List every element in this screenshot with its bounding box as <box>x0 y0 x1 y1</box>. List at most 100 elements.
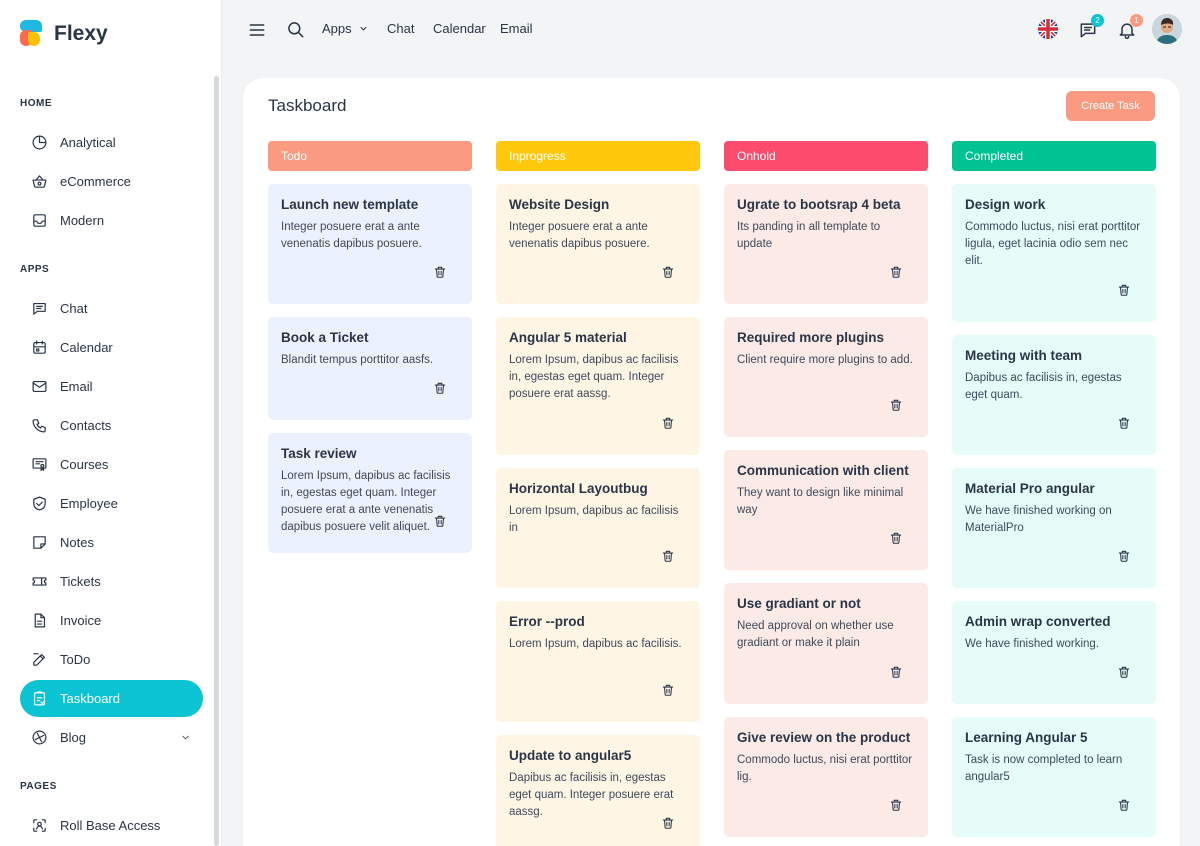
sidebar-item-label: Employee <box>60 496 118 511</box>
sidebar-item-blog[interactable]: Blog <box>20 719 203 756</box>
task-card[interactable]: Communication with client They want to de… <box>724 450 928 570</box>
task-card[interactable]: Learning Angular 5 Task is now completed … <box>952 717 1156 837</box>
topbar-link-apps[interactable]: Apps <box>322 21 369 36</box>
task-card[interactable]: Design work Commodo luctus, nisi erat por… <box>952 184 1156 322</box>
task-card[interactable]: Give review on the product Commodo luctus… <box>724 717 928 837</box>
sidebar-item-todo[interactable]: ToDo <box>20 641 203 678</box>
sidebar-item-label: Calendar <box>60 340 113 355</box>
task-title: Error --prod <box>509 614 585 629</box>
sidebar-item-ecommerce[interactable]: eCommerce <box>20 163 203 200</box>
sidebar-item-notes[interactable]: Notes <box>20 524 203 561</box>
task-card[interactable]: Ugrate to bootsrap 4 beta Its panding in … <box>724 184 928 304</box>
delete-task-trash-icon[interactable] <box>433 514 447 528</box>
notifications-button[interactable]: 1 <box>1117 14 1143 40</box>
task-card[interactable]: Website Design Integer posuere erat a ant… <box>496 184 700 304</box>
delete-task-trash-icon[interactable] <box>661 265 675 279</box>
delete-task-trash-icon[interactable] <box>1117 798 1131 812</box>
task-card[interactable]: Angular 5 material Lorem Ipsum, dapibus a… <box>496 317 700 455</box>
task-title: Admin wrap converted <box>965 614 1111 629</box>
sidebar-item-analytical[interactable]: Analytical <box>20 124 203 161</box>
task-description: Blandit tempus porttitor aasfs. <box>281 354 434 366</box>
sidebar-scrollbar[interactable] <box>214 76 219 846</box>
avatar[interactable] <box>1152 14 1182 44</box>
sidebar-item-label: Email <box>60 379 93 394</box>
delete-task-trash-icon[interactable] <box>1117 283 1131 297</box>
task-card[interactable]: Book a Ticket Blandit tempus porttitor aa… <box>268 317 472 420</box>
sidebar-item-courses[interactable]: Courses <box>20 446 203 483</box>
sidebar-item-roll-base-access[interactable]: Roll Base Access <box>20 807 203 844</box>
task-card[interactable]: Horizontal Layoutbug Lorem Ipsum, dapibus… <box>496 468 700 588</box>
menu-icon <box>249 24 265 36</box>
delete-task-trash-icon[interactable] <box>1117 549 1131 563</box>
sidebar-item-label: Modern <box>60 213 105 228</box>
task-description: Dapibus ac facilisis in, egestas eget qu… <box>965 372 1122 401</box>
delete-task-trash-icon[interactable] <box>661 416 675 430</box>
task-description: Commodo luctus, nisi erat porttitor lig. <box>737 754 913 783</box>
task-card[interactable]: Use gradiant or not Need approval on whet… <box>724 583 928 704</box>
delete-task-trash-icon[interactable] <box>661 683 675 697</box>
messages-button[interactable]: 2 <box>1078 14 1104 40</box>
language-flag-icon[interactable] <box>1038 19 1058 39</box>
sidebar-item-taskboard[interactable]: Taskboard <box>20 680 203 717</box>
delete-task-trash-icon[interactable] <box>433 381 447 395</box>
edit-icon <box>33 653 46 666</box>
message-icon <box>33 302 46 315</box>
task-card[interactable]: Launch new template Integer posuere erat … <box>268 184 472 304</box>
delete-task-trash-icon[interactable] <box>1117 665 1131 679</box>
task-card[interactable]: Required more plugins Client require more… <box>724 317 928 437</box>
delete-task-trash-icon[interactable] <box>889 531 903 545</box>
create-task-button[interactable]: Create Task <box>1066 91 1155 121</box>
file-icon <box>34 613 46 628</box>
sidebar-item-label: Tickets <box>60 574 101 589</box>
task-description: Task is now completed to learn angular5 <box>965 754 1123 783</box>
sidebar-item-contacts[interactable]: Contacts <box>20 407 203 444</box>
topbar-link-chat[interactable]: Chat <box>387 21 414 36</box>
basket-icon <box>32 175 47 188</box>
messages-badge: 2 <box>1091 14 1104 27</box>
phone-icon <box>32 419 46 433</box>
sidebar-item-label: Contacts <box>60 418 112 433</box>
task-card[interactable]: Update to angular5 Dapibus ac facilisis i… <box>496 735 700 846</box>
delete-task-trash-icon[interactable] <box>661 816 675 830</box>
sidebar-item-employee[interactable]: Employee <box>20 485 203 522</box>
task-card[interactable]: Error --prod Lorem Ipsum, dapibus ac faci… <box>496 601 700 722</box>
delete-task-trash-icon[interactable] <box>889 798 903 812</box>
sidebar-item-chat[interactable]: Chat <box>20 290 203 327</box>
menu-toggle-button[interactable] <box>247 20 267 40</box>
delete-task-trash-icon[interactable] <box>661 549 675 563</box>
delete-task-trash-icon[interactable] <box>889 265 903 279</box>
delete-task-trash-icon[interactable] <box>889 665 903 679</box>
task-card[interactable]: Material Pro angular We have finished wor… <box>952 468 1156 588</box>
sidebar-item-calendar[interactable]: Calendar <box>20 329 203 366</box>
sidebar-item-invoice[interactable]: Invoice <box>20 602 203 639</box>
column-header: Todo <box>268 141 472 171</box>
section-home: HOME <box>20 98 52 109</box>
topbar-link-email[interactable]: Email <box>500 21 533 36</box>
note-icon <box>33 536 46 549</box>
delete-task-trash-icon[interactable] <box>1117 416 1131 430</box>
taskboard-card: Taskboard Create Task Todo Launch new tem… <box>243 78 1180 846</box>
task-card[interactable]: Meeting with team Dapibus ac facilisis in… <box>952 335 1156 455</box>
sidebar-item-label: Invoice <box>60 613 102 628</box>
task-description: Its panding in all template to update <box>737 221 881 250</box>
column-onhold: Onhold Ugrate to bootsrap 4 beta Its pandi… <box>724 141 928 837</box>
globe-icon <box>32 730 47 745</box>
chevron-down-icon <box>360 26 367 31</box>
brand-name: Flexy <box>54 22 108 45</box>
chevron-down-icon <box>182 735 189 740</box>
sidebar-item-tickets[interactable]: Tickets <box>20 563 203 600</box>
task-description: Integer posuere erat a ante venenatis da… <box>281 221 422 250</box>
brand[interactable]: Flexy <box>20 18 108 50</box>
task-title: Meeting with team <box>965 348 1083 363</box>
task-card[interactable]: Task review Lorem Ipsum, dapibus ac facil… <box>268 433 472 553</box>
search-button[interactable] <box>286 20 306 40</box>
topbar-link-calendar[interactable]: Calendar <box>433 21 486 36</box>
ticket-icon <box>32 577 47 586</box>
delete-task-trash-icon[interactable] <box>889 398 903 412</box>
sidebar-item-label: Analytical <box>60 135 116 150</box>
sidebar-item-modern[interactable]: Modern <box>20 202 203 239</box>
task-card[interactable]: Admin wrap converted We have finished wor… <box>952 601 1156 704</box>
delete-task-trash-icon[interactable] <box>433 265 447 279</box>
sidebar-item-email[interactable]: Email <box>20 368 203 405</box>
sidebar-item-label: Courses <box>60 457 109 472</box>
